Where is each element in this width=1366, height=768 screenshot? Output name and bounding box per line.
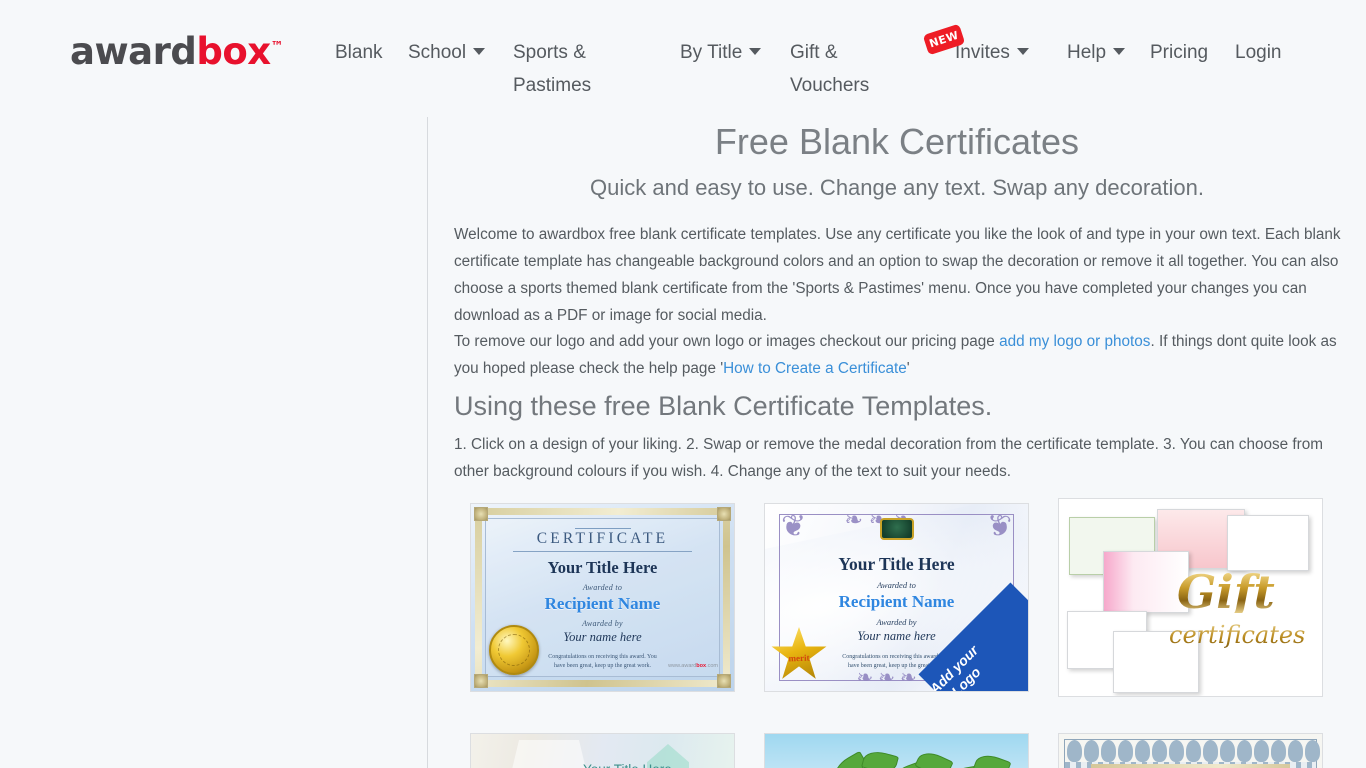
- cert3-word-certificates: certificates: [1169, 621, 1322, 649]
- watermark-post: .com: [706, 663, 718, 669]
- nav-item-pricing[interactable]: Pricing: [1150, 36, 1208, 69]
- certificate-border-inner: [1091, 764, 1290, 768]
- cert2-recipient: Recipient Name: [838, 592, 955, 611]
- logo-info-text-3: ': [906, 360, 910, 377]
- certificate-thumb-pastel-modern[interactable]: Your Title Here: [470, 733, 735, 768]
- flourish-icon: [574, 522, 631, 529]
- cert1-awarded-to-label: Awarded to: [582, 583, 623, 592]
- trademark-icon: ™: [270, 39, 284, 55]
- nav-item-invites[interactable]: Invites: [955, 36, 1029, 69]
- cert2-merit-label: merit: [788, 652, 810, 664]
- certificate-thumb-jungle-star[interactable]: Star: [764, 733, 1029, 768]
- chevron-down-icon: [473, 48, 486, 55]
- nav-label-blank: Blank: [335, 42, 383, 63]
- nav-label-sports-pastimes: Sports & Pastimes: [513, 42, 592, 96]
- chevron-down-icon: [1016, 48, 1029, 55]
- page-subtitle: Quick and easy to use. Change any text. …: [590, 175, 1204, 200]
- scallop-decoration: [1065, 740, 1320, 762]
- certificate-canvas: Star: [765, 734, 1028, 768]
- certificate-thumb-gift-certificates[interactable]: Gift certificates: [1058, 498, 1323, 697]
- certificate-grid-row-2: Your Title Here: [470, 733, 1360, 768]
- leaves-decoration: [765, 747, 1028, 768]
- logo-info-text-1: To remove our logo and add your own logo…: [454, 333, 1000, 350]
- nav-label-login: Login: [1235, 42, 1282, 63]
- cert1-title: Your Title Here: [547, 558, 658, 577]
- page-title: Free Blank Certificates: [714, 121, 1080, 162]
- watermark-mid: box: [696, 663, 707, 669]
- main-navigation: Blank School Sports & Pastimes By Title …: [330, 36, 1330, 106]
- logo-info-paragraph: To remove our logo and add your own logo…: [454, 328, 1349, 382]
- main-content: Free Blank Certificates Quick and easy t…: [428, 113, 1366, 768]
- cert4-title: Your Title Here: [583, 762, 672, 768]
- cert2-awarded-to-label: Awarded to: [877, 580, 916, 590]
- site-header: awardbox™ Blank School Sports & Pastimes…: [0, 0, 1366, 113]
- cert1-header: CERTIFICATE: [536, 530, 669, 547]
- certificate-canvas: Gift certificates: [1059, 499, 1322, 696]
- certificate-grid: CERTIFICATE Your Title Here Awarded to R…: [470, 498, 1360, 768]
- ornament-icon: ❦: [781, 509, 807, 544]
- nav-label-gift-vouchers: Gift & Vouchers: [790, 42, 870, 96]
- corner-ornament-icon: [474, 507, 488, 521]
- nav-item-blank[interactable]: Blank: [335, 36, 383, 69]
- ornament-icon: ❦: [986, 509, 1012, 544]
- add-logo-link[interactable]: add my logo or photos: [999, 333, 1150, 350]
- corner-ornament-icon: [717, 507, 731, 521]
- nav-label-by-title: By Title: [680, 42, 743, 63]
- logo-text-box: box: [196, 30, 271, 73]
- certificate-canvas: CERTIFICATE Your Title Here Awarded to R…: [471, 504, 734, 691]
- nav-item-school[interactable]: School: [408, 36, 486, 69]
- how-to-create-link[interactable]: How to Create a Certificate: [723, 360, 907, 377]
- cert1-watermark: www.awardbox.com: [668, 663, 718, 669]
- watermark-pre: www.award: [668, 663, 697, 669]
- nav-label-help: Help: [1067, 42, 1107, 63]
- seal-icon: [879, 518, 914, 540]
- instructions-paragraph: 1. Click on a design of your liking. 2. …: [454, 436, 1323, 480]
- collage-card: [1227, 515, 1309, 571]
- nav-item-sports-pastimes[interactable]: Sports & Pastimes: [513, 36, 613, 102]
- corner-ornament-icon: [717, 674, 731, 688]
- nav-item-login[interactable]: Login: [1235, 36, 1282, 69]
- nav-label-school: School: [408, 42, 467, 63]
- section-title-using-templates: Using these free Blank Certificate Templ…: [454, 391, 993, 421]
- certificate-canvas: Your Title Here: [471, 734, 734, 768]
- corner-ornament-icon: [474, 674, 488, 688]
- certificate-thumb-ornate-blue-frame[interactable]: [1058, 733, 1323, 768]
- page-root: awardbox™ Blank School Sports & Pastimes…: [0, 0, 1366, 768]
- cert3-word-gift: Gift: [1177, 569, 1322, 615]
- nav-label-pricing: Pricing: [1150, 42, 1209, 63]
- chevron-down-icon: [1113, 48, 1126, 55]
- nav-label-invites: Invites: [955, 42, 1010, 63]
- logo-text-award: award: [70, 30, 197, 73]
- intro-paragraph: Welcome to awardbox free blank certifica…: [454, 226, 1341, 324]
- cert1-congrats-line1: Congratulations on receiving this award.…: [548, 654, 657, 660]
- certificate-canvas: ❦ ❦ ❧❧❧ ❧❧❧ Your Title Here Awarded to R…: [765, 504, 1028, 691]
- certificate-thumb-purple-ornate[interactable]: ❦ ❦ ❧❧❧ ❧❧❧ Your Title Here Awarded to R…: [764, 503, 1029, 692]
- chevron-down-icon: [749, 48, 762, 55]
- gold-medal-icon: [489, 625, 539, 675]
- site-logo[interactable]: awardbox™: [70, 30, 284, 73]
- certificate-thumb-classic-blue[interactable]: CERTIFICATE Your Title Here Awarded to R…: [470, 503, 735, 692]
- nav-item-by-title[interactable]: By Title: [680, 36, 762, 69]
- nav-item-help[interactable]: Help: [1067, 36, 1126, 69]
- divider-rule: [513, 551, 692, 552]
- certificate-canvas: [1059, 734, 1322, 768]
- nav-item-gift-vouchers[interactable]: Gift & Vouchers: [790, 36, 885, 102]
- cert1-recipient: Recipient Name: [544, 594, 661, 613]
- certificate-grid-row-1: CERTIFICATE Your Title Here Awarded to R…: [470, 498, 1360, 703]
- cert2-title: Your Title Here: [838, 554, 955, 574]
- cert1-congrats-line2: have been great, keep up the great work.: [553, 663, 652, 669]
